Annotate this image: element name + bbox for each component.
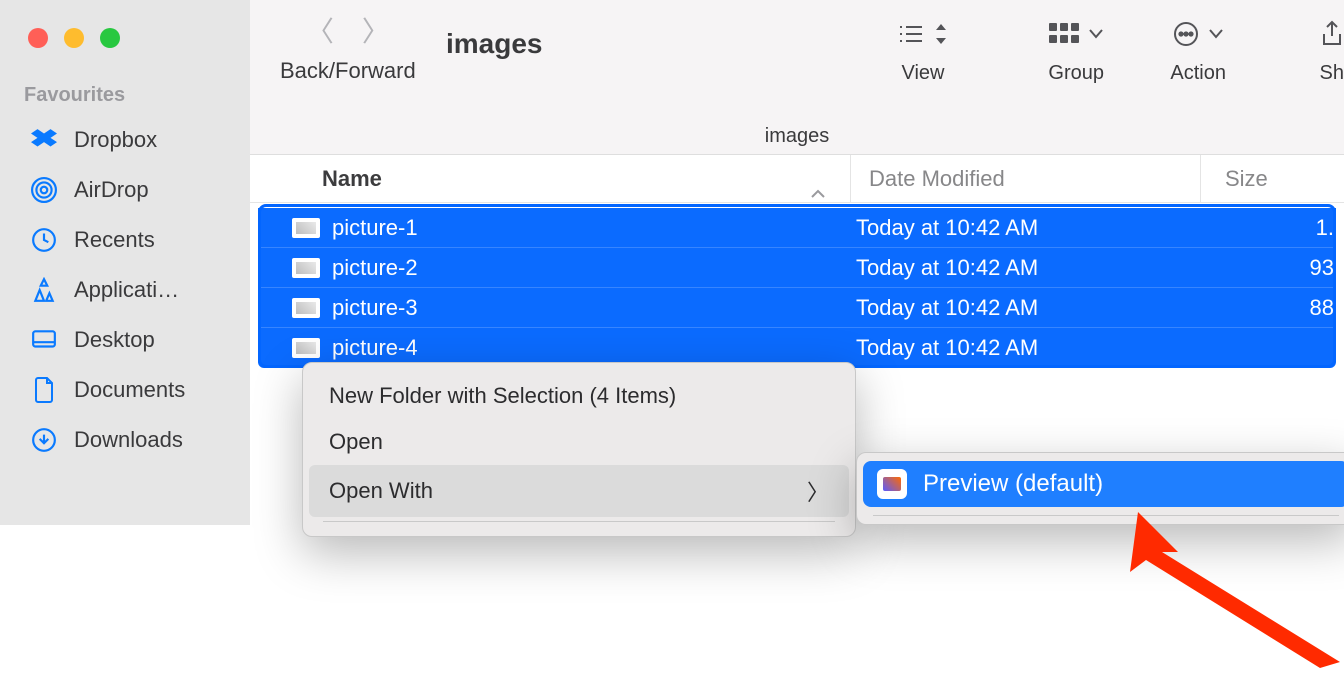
toolbar-action-label: Action bbox=[1170, 62, 1226, 85]
document-icon bbox=[30, 376, 58, 404]
sidebar-item-dropbox[interactable]: Dropbox bbox=[0, 115, 250, 165]
apps-icon bbox=[30, 276, 58, 304]
sidebar-item-recents[interactable]: Recents bbox=[0, 215, 250, 265]
file-name: picture-3 bbox=[332, 295, 856, 321]
column-date[interactable]: Date Modified bbox=[850, 155, 1200, 202]
ctx-item-label: Open With bbox=[329, 478, 433, 504]
list-view-icon bbox=[898, 24, 924, 44]
submenu-preview-default[interactable]: Preview (default) bbox=[863, 461, 1344, 507]
file-size: 93 bbox=[1206, 255, 1336, 281]
toolbar-group[interactable]: Group bbox=[1048, 14, 1104, 85]
chevron-right-icon: 〉 bbox=[807, 475, 829, 507]
toolbar-action[interactable]: Action bbox=[1170, 14, 1226, 85]
grid-group-icon bbox=[1049, 23, 1079, 45]
toolbar: 〈 〉 Back/Forward images View Group bbox=[250, 0, 1344, 155]
share-icon bbox=[1320, 20, 1344, 48]
file-date: Today at 10:42 AM bbox=[856, 255, 1206, 281]
column-headers: Name Date Modified Size bbox=[250, 155, 1344, 203]
chevron-down-icon bbox=[1089, 29, 1103, 39]
sidebar-item-downloads[interactable]: Downloads bbox=[0, 415, 250, 465]
ctx-open-with[interactable]: Open With 〉 bbox=[309, 465, 849, 517]
file-row[interactable]: picture-3 Today at 10:42 AM 88 bbox=[258, 288, 1336, 328]
column-date-label: Date Modified bbox=[869, 166, 1005, 192]
sidebar-item-label: Recents bbox=[74, 227, 155, 253]
window-title: images bbox=[446, 28, 543, 60]
clock-icon bbox=[30, 226, 58, 254]
image-thumb-icon bbox=[292, 298, 320, 318]
column-name-label: Name bbox=[322, 166, 382, 191]
toolbar-view[interactable]: View bbox=[898, 14, 948, 85]
ctx-item-label: Open bbox=[329, 429, 383, 455]
sidebar-item-label: Applicati… bbox=[74, 277, 179, 303]
ellipsis-circle-icon bbox=[1173, 21, 1199, 47]
sidebar-item-documents[interactable]: Documents bbox=[0, 365, 250, 415]
ctx-new-folder-selection[interactable]: New Folder with Selection (4 Items) bbox=[309, 373, 849, 419]
download-icon bbox=[30, 426, 58, 454]
sidebar-item-label: Downloads bbox=[74, 427, 183, 453]
sidebar-item-label: Dropbox bbox=[74, 127, 157, 153]
window-controls bbox=[0, 28, 250, 48]
airdrop-icon bbox=[30, 176, 58, 204]
file-row[interactable]: picture-2 Today at 10:42 AM 93 bbox=[258, 248, 1336, 288]
chevron-left-icon: 〈 bbox=[306, 12, 334, 52]
file-row[interactable]: picture-1 Today at 10:42 AM 1. bbox=[258, 208, 1336, 248]
nav-label: Back/Forward bbox=[280, 58, 416, 84]
sidebar-item-desktop[interactable]: Desktop bbox=[0, 315, 250, 365]
sort-ascending-icon[interactable] bbox=[810, 180, 826, 206]
file-date: Today at 10:42 AM bbox=[856, 335, 1206, 361]
image-thumb-icon bbox=[292, 218, 320, 238]
submenu-item-label: Preview (default) bbox=[923, 470, 1103, 498]
toolbar-view-label: View bbox=[898, 62, 948, 85]
column-name[interactable]: Name bbox=[250, 166, 850, 192]
fullscreen-window-button[interactable] bbox=[100, 28, 120, 48]
image-thumb-icon bbox=[292, 258, 320, 278]
ctx-open[interactable]: Open bbox=[309, 419, 849, 465]
sidebar-item-label: Documents bbox=[74, 377, 185, 403]
menu-separator bbox=[323, 521, 835, 522]
chevron-right-icon: 〉 bbox=[362, 12, 390, 52]
toolbar-group-label: Group bbox=[1048, 62, 1104, 85]
file-list: picture-1 Today at 10:42 AM 1. picture-2… bbox=[250, 203, 1344, 368]
sidebar-item-label: Desktop bbox=[74, 327, 155, 353]
sidebar-item-applications[interactable]: Applicati… bbox=[0, 265, 250, 315]
file-size: 88 bbox=[1206, 295, 1336, 321]
chevron-updown-icon bbox=[934, 24, 948, 44]
file-name: picture-1 bbox=[332, 215, 856, 241]
sidebar-section-favourites: Favourites bbox=[0, 48, 250, 115]
chevron-down-icon bbox=[1209, 29, 1223, 39]
sidebar-item-airdrop[interactable]: AirDrop bbox=[0, 165, 250, 215]
file-name: picture-4 bbox=[332, 335, 856, 361]
sidebar-item-label: AirDrop bbox=[74, 177, 149, 203]
file-date: Today at 10:42 AM bbox=[856, 215, 1206, 241]
column-size-label: Size bbox=[1225, 166, 1268, 192]
ctx-item-label: New Folder with Selection (4 Items) bbox=[329, 383, 676, 409]
file-date: Today at 10:42 AM bbox=[856, 295, 1206, 321]
context-menu: New Folder with Selection (4 Items) Open… bbox=[302, 362, 856, 537]
dropbox-icon bbox=[30, 126, 58, 154]
toolbar-share-label: Sh bbox=[1320, 62, 1344, 85]
desktop-icon bbox=[30, 326, 58, 354]
nav-back-forward[interactable]: 〈 〉 Back/Forward bbox=[280, 12, 416, 84]
file-size: 1. bbox=[1206, 215, 1336, 241]
path-bar[interactable]: images bbox=[250, 125, 1344, 148]
preview-app-icon bbox=[877, 469, 907, 499]
close-window-button[interactable] bbox=[28, 28, 48, 48]
toolbar-share[interactable]: Sh bbox=[1320, 14, 1344, 85]
file-name: picture-2 bbox=[332, 255, 856, 281]
image-thumb-icon bbox=[292, 338, 320, 358]
open-with-submenu: Preview (default) bbox=[856, 452, 1344, 525]
sidebar: Favourites Dropbox AirDrop Recents Appli… bbox=[0, 0, 250, 525]
menu-separator bbox=[873, 515, 1339, 516]
annotation-arrow bbox=[1090, 512, 1344, 677]
minimize-window-button[interactable] bbox=[64, 28, 84, 48]
column-size[interactable]: Size bbox=[1200, 155, 1344, 202]
